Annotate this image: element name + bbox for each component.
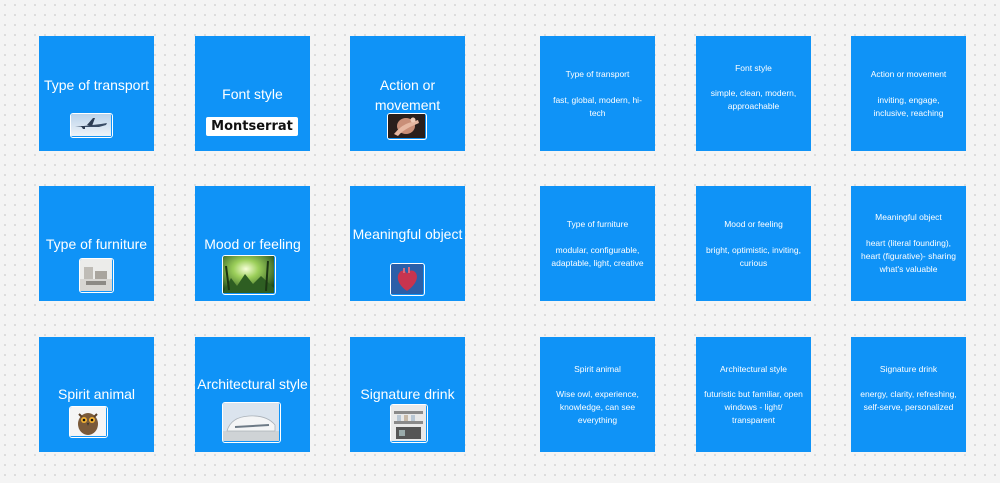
card-title: Spirit animal [57, 386, 136, 402]
card-title: Font style [735, 63, 772, 73]
card-title: Architectural style [719, 364, 788, 374]
desc-card-signature-drink[interactable]: Signature drink energy, clarity, refresh… [851, 337, 966, 452]
card-title: Architectural style [197, 376, 308, 392]
card-title: Signature drink [360, 386, 455, 402]
card-description: inviting, engage, inclusive, reaching [873, 95, 944, 118]
desc-card-font-style[interactable]: Font style simple, clean, modern, approa… [696, 36, 811, 151]
card-title: Type of transport [43, 77, 150, 93]
airplane-image[interactable] [70, 113, 113, 138]
card-title: Font style [222, 86, 283, 102]
font-sample-image[interactable]: Montserrat [206, 117, 298, 136]
card-title: Meaningful object [352, 226, 463, 242]
card-signature-drink[interactable]: Signature drink [350, 337, 465, 452]
desc-card-type-of-transport[interactable]: Type of transport fast, global, modern, … [540, 36, 655, 151]
card-description: heart (literal founding), heart (figurat… [861, 238, 956, 274]
desc-card-spirit-animal[interactable]: Spirit animal Wise owl, experience, know… [540, 337, 655, 452]
card-description: energy, clarity, refreshing, self-serve,… [860, 389, 957, 412]
card-description: modular, configurable, adaptable, light,… [551, 245, 644, 268]
desc-card-meaningful-object[interactable]: Meaningful object heart (literal foundin… [851, 186, 966, 301]
card-title: Action or movement [870, 69, 947, 79]
card-title: Type of furniture [566, 219, 629, 229]
futuristic-building-image[interactable] [222, 402, 281, 443]
desc-card-type-of-furniture[interactable]: Type of furniture modular, configurable,… [540, 186, 655, 301]
card-title: Mood or feeling [204, 236, 301, 252]
anatomical-heart-image[interactable] [390, 263, 425, 296]
card-title: Type of transport [565, 69, 630, 79]
card-meaningful-object[interactable]: Meaningful object [350, 186, 465, 301]
card-title: Mood or feeling [724, 219, 783, 229]
card-description: bright, optimistic, inviting, curious [706, 245, 801, 268]
card-title: Spirit animal [574, 364, 621, 374]
owl-image[interactable] [69, 406, 108, 438]
card-spirit-animal[interactable]: Spirit animal [39, 337, 154, 452]
desc-card-architectural-style[interactable]: Architectural style futuristic but famil… [696, 337, 811, 452]
desc-card-mood-or-feeling[interactable]: Mood or feeling bright, optimistic, invi… [696, 186, 811, 301]
card-mood-or-feeling[interactable]: Mood or feeling [195, 186, 310, 301]
card-font-style[interactable]: Font style Montserrat [195, 36, 310, 151]
card-title: Type of furniture [45, 236, 148, 252]
card-description: simple, clean, modern, approachable [710, 88, 797, 111]
self-serve-drink-station-image[interactable] [390, 404, 428, 443]
modular-furniture-image[interactable] [79, 258, 114, 293]
sunlit-forest-image[interactable] [222, 255, 276, 295]
card-description: Wise owl, experience, knowledge, can see… [556, 389, 639, 425]
reaching-hand-image[interactable] [387, 113, 427, 140]
card-description: futuristic but familiar, open windows - … [704, 389, 803, 425]
card-title: Meaningful object [875, 212, 942, 222]
card-description: fast, global, modern, hi-tech [553, 95, 642, 118]
card-action-or-movement[interactable]: Action or movement [350, 36, 465, 151]
card-type-of-transport[interactable]: Type of transport [39, 36, 154, 151]
title-clip: Architectural style [195, 337, 310, 402]
card-title: Signature drink [879, 364, 938, 374]
card-type-of-furniture[interactable]: Type of furniture [39, 186, 154, 301]
desc-card-action-or-movement[interactable]: Action or movement inviting, engage, inc… [851, 36, 966, 151]
card-architectural-style[interactable]: Architectural style [195, 337, 310, 452]
card-title: Action or movement [374, 77, 441, 113]
